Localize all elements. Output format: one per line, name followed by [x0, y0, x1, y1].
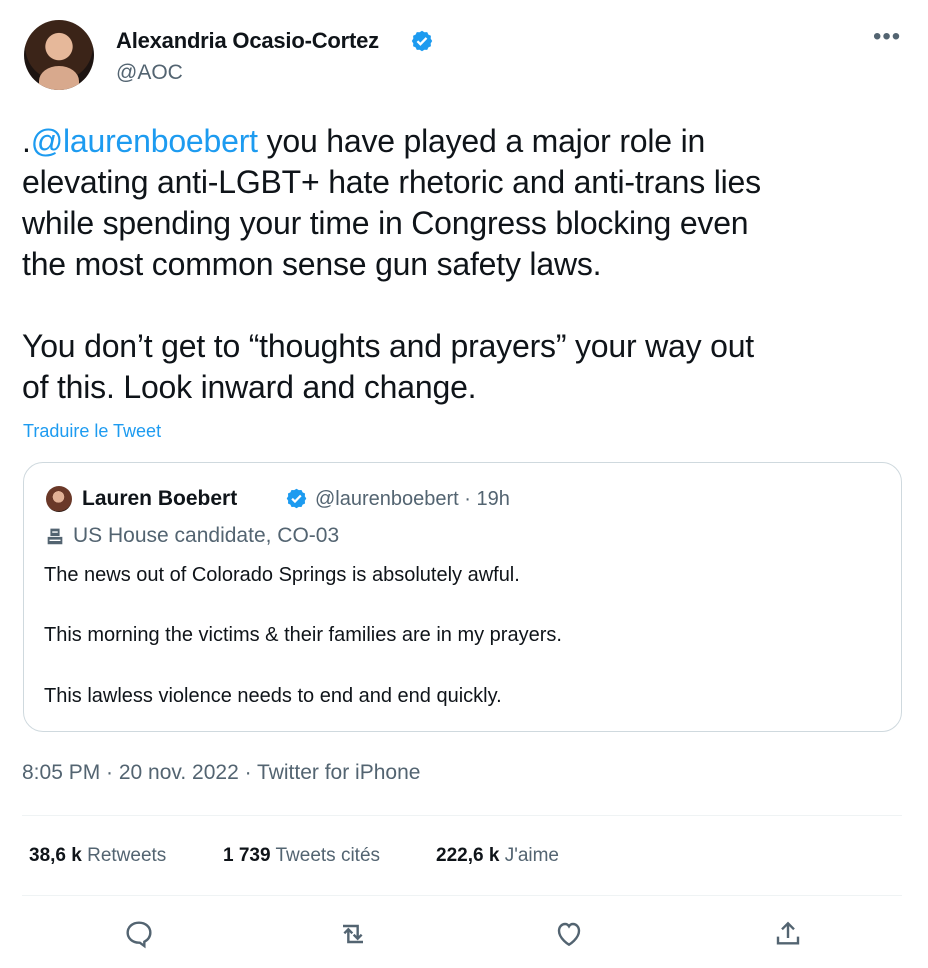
divider: [22, 815, 902, 816]
tweet-timestamp[interactable]: 8:05 PM · 20 nov. 2022 · Twitter for iPh…: [22, 761, 420, 785]
retweet-button[interactable]: [337, 918, 369, 950]
tweet-mention-link[interactable]: @laurenboebert: [31, 123, 258, 159]
retweets-count: 38,6 k: [29, 845, 82, 866]
quotes-stat[interactable]: 1 739 Tweets cités: [223, 845, 380, 867]
quoted-candidate-label: US House candidate, CO-03: [73, 524, 340, 547]
likes-label: J'aime: [504, 845, 559, 866]
ballot-box-icon: [47, 528, 63, 545]
tweet-text-before-mention: .: [22, 123, 31, 159]
translate-tweet-link[interactable]: Traduire le Tweet: [23, 421, 161, 442]
quoted-tweet-line: The news out of Colorado Springs is abso…: [44, 564, 520, 586]
share-button[interactable]: [772, 918, 804, 950]
quoted-author-name[interactable]: Lauren Boebert: [82, 487, 237, 511]
tweet-text-body: you have played a major role in elevatin…: [22, 123, 761, 405]
verified-badge-icon: [411, 30, 433, 52]
quotes-count: 1 739: [223, 845, 271, 866]
share-icon: [776, 921, 800, 945]
heart-icon: [557, 922, 581, 947]
quoted-tweet-line: This morning the victims & their familie…: [44, 624, 562, 646]
likes-stat[interactable]: 222,6 k J'aime: [436, 845, 559, 867]
like-button[interactable]: [553, 918, 585, 950]
tweet-text: .@laurenboebert you have played a major …: [22, 121, 902, 408]
quotes-label: Tweets cités: [275, 845, 381, 866]
verified-badge-icon: [286, 488, 307, 509]
quoted-author-avatar[interactable]: [46, 486, 72, 512]
retweet-icon: [343, 924, 363, 944]
tweet-author-avatar[interactable]: [24, 20, 94, 90]
quoted-tweet-card[interactable]: Lauren Boebert @laurenboebert · 19h US H…: [23, 462, 902, 732]
quoted-tweet-line: This lawless violence needs to end and e…: [44, 685, 502, 707]
author-handle[interactable]: @AOC: [116, 61, 183, 85]
reply-icon: [126, 921, 152, 949]
divider: [22, 895, 902, 896]
more-options-icon[interactable]: •••: [873, 25, 903, 49]
author-name[interactable]: Alexandria Ocasio-Cortez: [116, 28, 379, 54]
quoted-author-handle-time[interactable]: @laurenboebert · 19h: [315, 488, 510, 511]
retweets-label: Retweets: [87, 845, 167, 866]
retweets-stat[interactable]: 38,6 k Retweets: [29, 845, 166, 867]
likes-count: 222,6 k: [436, 845, 500, 866]
reply-button[interactable]: [123, 918, 155, 950]
